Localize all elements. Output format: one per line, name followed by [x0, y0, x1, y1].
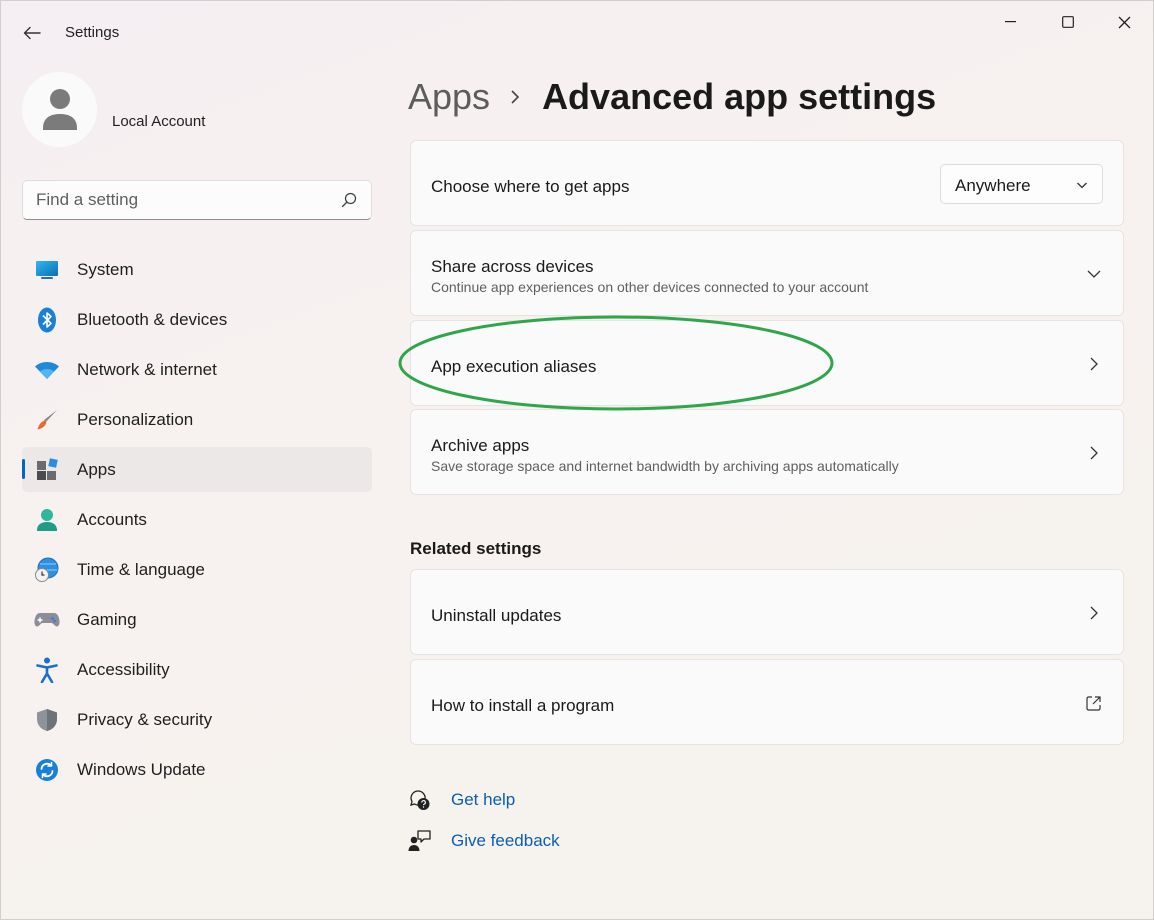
bluetooth-icon [34, 307, 60, 333]
person-icon [34, 507, 60, 533]
setting-subtitle: Save storage space and internet bandwidt… [431, 458, 899, 474]
person-avatar-icon [42, 88, 77, 130]
setting-subtitle: Continue app experiences on other device… [431, 279, 869, 295]
brush-icon [34, 407, 60, 433]
chevron-down-icon [1077, 182, 1087, 189]
title-bar: Settings [1, 1, 1153, 63]
minimize-button[interactable] [988, 9, 1034, 35]
setting-card-archive-apps[interactable]: Archive apps Save storage space and inte… [410, 409, 1124, 495]
sidebar-item-system[interactable]: System [22, 247, 372, 292]
sidebar-nav: System Bluetooth & devices Network & int… [22, 247, 372, 797]
back-arrow-icon [23, 26, 41, 40]
chevron-right-icon [1090, 446, 1098, 460]
globe-clock-icon [34, 557, 60, 583]
sidebar-item-apps[interactable]: Apps [22, 447, 372, 492]
sidebar-item-gaming[interactable]: Gaming [22, 597, 372, 642]
setting-title: Choose where to get apps [431, 177, 630, 196]
controller-icon [34, 607, 60, 633]
setting-card-execution-aliases[interactable]: App execution aliases [410, 320, 1124, 406]
setting-title: Share across devices [431, 257, 594, 276]
setting-card-share-devices[interactable]: Share across devices Continue app experi… [410, 230, 1124, 316]
settings-window: Settings Local Account System [0, 0, 1154, 920]
get-help-row: Get help [408, 786, 515, 814]
minimize-icon [1005, 21, 1016, 23]
sidebar-item-label: System [77, 259, 134, 279]
setting-title: App execution aliases [431, 357, 597, 376]
setting-title: Archive apps [431, 436, 530, 455]
back-button[interactable] [15, 19, 49, 47]
give-feedback-row: Give feedback [408, 827, 560, 855]
setting-card-choose-where: Choose where to get apps Anywhere [410, 140, 1124, 226]
chevron-down-icon[interactable] [1087, 267, 1101, 281]
avatar[interactable] [22, 72, 97, 147]
help-chat-icon [408, 788, 432, 812]
chevron-right-icon [1090, 606, 1098, 620]
maximize-button[interactable] [1045, 9, 1091, 35]
close-button[interactable] [1101, 9, 1147, 35]
sidebar-item-label: Time & language [77, 559, 205, 579]
dropdown-value: Anywhere [955, 176, 1031, 195]
sidebar-item-accessibility[interactable]: Accessibility [22, 647, 372, 692]
sidebar-item-label: Gaming [77, 609, 137, 629]
sidebar-item-accounts[interactable]: Accounts [22, 497, 372, 542]
sidebar-item-label: Personalization [77, 409, 194, 429]
system-icon [34, 257, 60, 283]
setting-title: How to install a program [431, 696, 615, 715]
sidebar-item-time-language[interactable]: Time & language [22, 547, 372, 592]
related-card-uninstall-updates[interactable]: Uninstall updates [410, 569, 1124, 655]
chevron-right-icon [1090, 357, 1098, 371]
apps-icon [34, 457, 60, 483]
related-card-install-program[interactable]: How to install a program [410, 659, 1124, 745]
search-input[interactable] [23, 181, 323, 219]
sidebar-item-label: Windows Update [77, 759, 206, 779]
chevron-right-icon [510, 87, 524, 107]
sidebar-item-windows-update[interactable]: Windows Update [22, 747, 372, 792]
accessibility-icon [34, 657, 60, 683]
sidebar-item-label: Accessibility [77, 659, 170, 679]
sidebar-item-label: Apps [77, 459, 116, 479]
sidebar-item-label: Bluetooth & devices [77, 309, 228, 329]
open-external-icon [1086, 696, 1101, 711]
wifi-icon [34, 357, 60, 383]
sidebar-item-privacy[interactable]: Privacy & security [22, 697, 372, 742]
give-feedback-link[interactable]: Give feedback [451, 831, 560, 851]
breadcrumb: Apps Advanced app settings [408, 75, 936, 119]
app-title: Settings [65, 24, 120, 41]
related-settings-heading: Related settings [410, 539, 542, 558]
setting-title: Uninstall updates [431, 606, 562, 625]
shield-icon [34, 707, 60, 733]
sidebar-item-bluetooth[interactable]: Bluetooth & devices [22, 297, 372, 342]
sidebar-item-label: Network & internet [77, 359, 217, 379]
page-title: Advanced app settings [542, 76, 937, 117]
sidebar-item-label: Privacy & security [77, 709, 213, 729]
get-help-link[interactable]: Get help [451, 790, 515, 810]
app-source-dropdown[interactable]: Anywhere [940, 164, 1103, 204]
sidebar-item-personalization[interactable]: Personalization [22, 397, 372, 442]
search-icon[interactable] [341, 192, 357, 208]
update-icon [34, 757, 60, 783]
feedback-icon [408, 829, 432, 853]
sidebar-item-network[interactable]: Network & internet [22, 347, 372, 392]
maximize-icon [1062, 16, 1074, 28]
close-icon [1118, 16, 1130, 28]
breadcrumb-parent[interactable]: Apps [408, 76, 490, 118]
account-name: Local Account [112, 113, 206, 130]
sidebar-item-label: Accounts [77, 509, 147, 529]
search-box [22, 180, 372, 220]
